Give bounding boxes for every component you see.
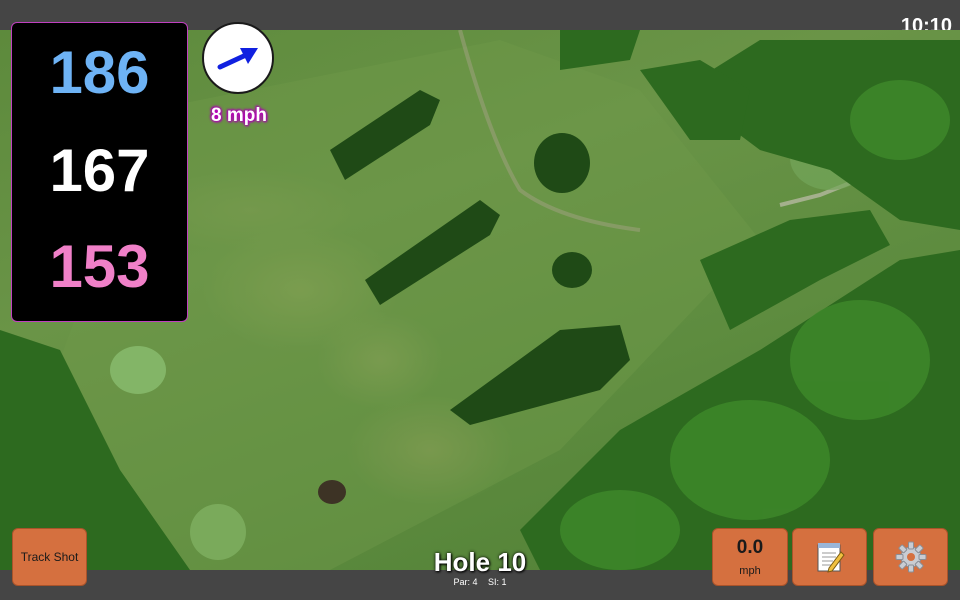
hole-title: Hole 10: [433, 547, 527, 577]
track-shot-label: Track Shot: [20, 550, 79, 564]
middle-yardage: 167: [49, 137, 150, 204]
back-yardage: 186: [49, 39, 150, 106]
arrow-icon: [217, 48, 258, 70]
wind-indicator: [202, 22, 274, 94]
speed-button[interactable]: 0.0 mph: [712, 528, 788, 586]
notepad-icon: [817, 543, 845, 573]
gear-icon: [895, 541, 926, 573]
yardage-panel: 186 167 153: [11, 22, 188, 322]
speed-unit: mph: [739, 565, 761, 577]
track-shot-button[interactable]: Track Shot: [12, 528, 87, 586]
stroke-index-label: SI: 1: [488, 577, 507, 587]
par-label: Par: 4: [453, 577, 478, 587]
hole-meta: Par: 4 SI: 1: [380, 577, 580, 587]
notes-button[interactable]: [792, 528, 867, 586]
wind-speed: 8 mph: [211, 105, 267, 126]
front-yardage: 153: [49, 233, 150, 300]
settings-button[interactable]: [873, 528, 948, 586]
speed-value: 0.0: [736, 537, 764, 558]
